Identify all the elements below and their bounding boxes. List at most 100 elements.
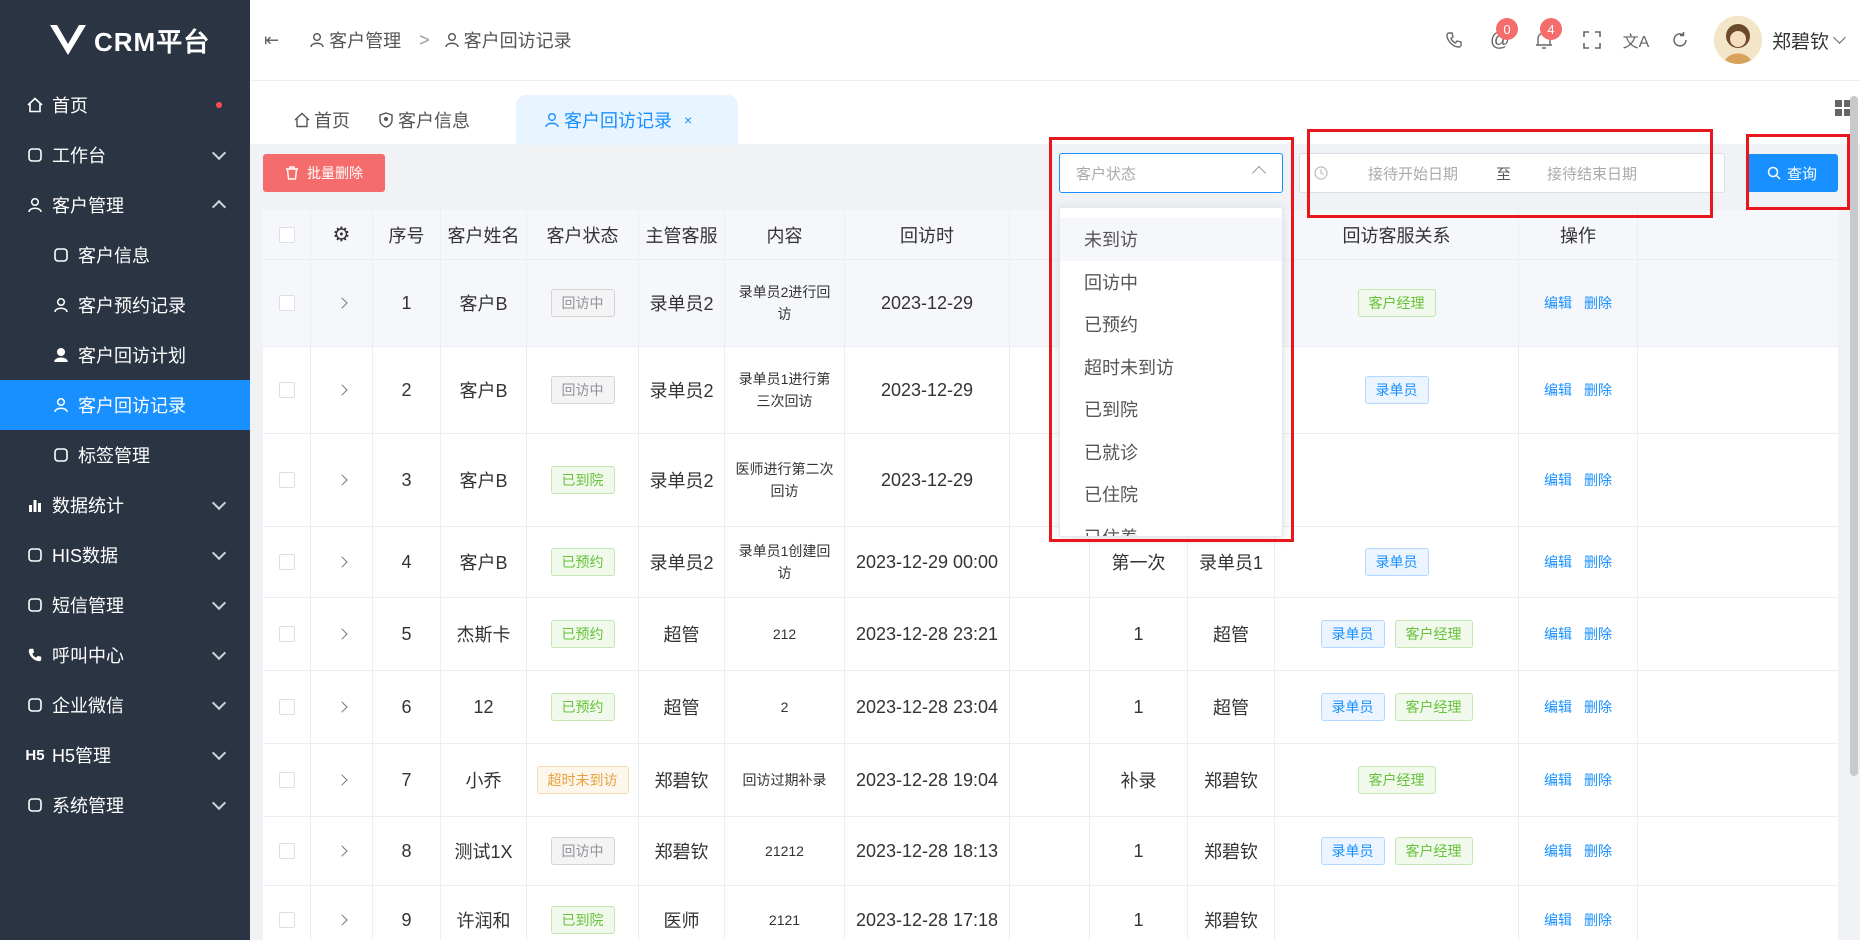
- row-checkbox[interactable]: [278, 554, 295, 570]
- sidebar-item-call-center[interactable]: 呼叫中心: [0, 630, 250, 680]
- close-icon[interactable]: ×: [684, 112, 692, 128]
- chevron-right-icon[interactable]: [335, 384, 348, 396]
- relation-tag: 客户经理: [1357, 766, 1436, 794]
- sidebar-item-label: 工作台: [52, 146, 106, 166]
- chevron-down-icon: [211, 145, 227, 161]
- edit-link[interactable]: 编辑: [1544, 293, 1572, 313]
- chevron-down-icon: [211, 595, 227, 611]
- row-checkbox[interactable]: [278, 912, 295, 928]
- table-row[interactable]: 8 测试1X 回访中 郑碧钦 21212 2023-12-28 18:13 1 郑碧钦 录单员客…: [263, 817, 1838, 886]
- shield-user-icon: [52, 246, 70, 264]
- table-row[interactable]: 7 小乔 超时未到访 郑碧钦 回访过期补录 2023-12-28 19:04 补录 郑碧钦 客户…: [263, 744, 1838, 817]
- bell-icon[interactable]: 4: [1522, 18, 1566, 62]
- delete-link[interactable]: 删除: [1584, 624, 1612, 644]
- chevron-right-icon[interactable]: [335, 845, 348, 857]
- chevron-right-icon[interactable]: [335, 774, 348, 786]
- row-checkbox[interactable]: [278, 295, 295, 311]
- scrollbar[interactable]: [1850, 96, 1858, 776]
- status-badge: 回访中: [550, 289, 615, 317]
- row-checkbox[interactable]: [278, 843, 295, 859]
- row-checkbox[interactable]: [278, 472, 295, 488]
- select-all-checkbox[interactable]: [278, 226, 295, 243]
- edit-link[interactable]: 编辑: [1544, 552, 1572, 572]
- wechat-icon: [26, 696, 44, 714]
- sidebar-item-workbench[interactable]: 工作台: [0, 130, 250, 180]
- sidebar-item-h5-mgmt[interactable]: H5 H5管理: [0, 730, 250, 780]
- sidebar-item-home[interactable]: 首页: [0, 80, 250, 130]
- user-name[interactable]: 郑碧钦: [1772, 27, 1829, 54]
- sidebar-item-visit-records[interactable]: 客户回访记录: [0, 380, 250, 430]
- delete-link[interactable]: 删除: [1584, 293, 1612, 313]
- column-header[interactable]: 回访时: [845, 210, 1010, 259]
- refresh-icon[interactable]: [1658, 18, 1702, 62]
- avatar[interactable]: [1713, 16, 1762, 64]
- edit-link[interactable]: 编辑: [1544, 910, 1572, 930]
- row-checkbox[interactable]: [278, 626, 295, 642]
- sidebar-item-wecom[interactable]: 企业微信: [0, 680, 250, 730]
- sidebar-item-system-mgmt[interactable]: 系统管理: [0, 780, 250, 830]
- edit-link[interactable]: 编辑: [1544, 624, 1572, 644]
- sidebar-item-tag-mgmt[interactable]: 标签管理: [0, 430, 250, 480]
- no-cell: 6: [373, 671, 441, 743]
- mention-icon[interactable]: @ 0: [1478, 18, 1522, 62]
- chevron-right-icon[interactable]: [335, 474, 348, 486]
- row-checkbox[interactable]: [278, 772, 295, 788]
- column-header[interactable]: 内容: [725, 210, 845, 259]
- row-checkbox[interactable]: [278, 699, 295, 715]
- batch-delete-button[interactable]: 批量删除: [263, 154, 385, 192]
- user-icon: [26, 196, 44, 214]
- content-cell: 2: [725, 671, 845, 743]
- delete-link[interactable]: 删除: [1584, 697, 1612, 717]
- app-logo[interactable]: CRM平台: [0, 0, 250, 80]
- sidebar-item-customer-mgmt[interactable]: 客户管理: [0, 180, 250, 230]
- sidebar-item-visit-plan[interactable]: 客户回访计划: [0, 330, 250, 380]
- delete-link[interactable]: 删除: [1584, 380, 1612, 400]
- chevron-down-icon[interactable]: [1833, 30, 1846, 44]
- tab-home[interactable]: 首页: [280, 95, 364, 145]
- sidebar-item-appointment-records[interactable]: 客户预约记录: [0, 280, 250, 330]
- table-row[interactable]: 9 许润和 已到院 医师 2121 2023-12-28 17:18 1 郑碧钦 编辑 删除: [263, 886, 1838, 940]
- edit-link[interactable]: 编辑: [1544, 841, 1572, 861]
- chevron-right-icon[interactable]: [335, 556, 348, 568]
- column-header[interactable]: 主管客服: [639, 210, 725, 259]
- sidebar-item-customer-info[interactable]: 客户信息: [0, 230, 250, 280]
- delete-link[interactable]: 删除: [1584, 470, 1612, 490]
- sidebar-item-his-data[interactable]: HIS数据: [0, 530, 250, 580]
- column-header[interactable]: 客户状态: [527, 210, 639, 259]
- sidebar-item-statistics[interactable]: 数据统计: [0, 480, 250, 530]
- chevron-right-icon[interactable]: [335, 701, 348, 713]
- top-header: ⇤ 客户管理 > 客户回访记录 @ 0 4 文A 郑碧钦: [250, 0, 1860, 80]
- tab-customer-info[interactable]: 客户信息: [364, 95, 484, 145]
- actions-cell: 编辑 删除: [1519, 744, 1638, 816]
- chevron-right-icon[interactable]: [335, 628, 348, 640]
- translate-icon[interactable]: 文A: [1614, 18, 1658, 62]
- tab-visit-records[interactable]: 客户回访记录 ×: [516, 95, 738, 145]
- edit-link[interactable]: 编辑: [1544, 470, 1572, 490]
- breadcrumb-item-customer-mgmt[interactable]: 客户管理: [329, 27, 401, 53]
- column-header[interactable]: 序号: [373, 210, 441, 259]
- sidebar-item-sms-mgmt[interactable]: 短信管理: [0, 580, 250, 630]
- chevron-right-icon[interactable]: [335, 914, 348, 926]
- delete-link[interactable]: 删除: [1584, 841, 1612, 861]
- edit-link[interactable]: 编辑: [1544, 697, 1572, 717]
- chevron-down-icon: [211, 495, 227, 511]
- column-settings-cell: ⚙: [311, 210, 373, 259]
- table-row[interactable]: 6 12 已预约 超管 2 2023-12-28 23:04 1 超管 录单员 客户经理 编辑 删除: [263, 671, 1838, 744]
- highlight-box-query: [1746, 134, 1850, 210]
- chevron-right-icon[interactable]: [335, 297, 348, 309]
- phone-icon[interactable]: [1432, 18, 1476, 62]
- delete-link[interactable]: 删除: [1584, 552, 1612, 572]
- delete-link[interactable]: 删除: [1584, 770, 1612, 790]
- time-cell: 2023-12-28 23:21: [845, 598, 1010, 670]
- fullscreen-icon[interactable]: [1570, 18, 1614, 62]
- collapse-sidebar-icon[interactable]: ⇤: [264, 30, 279, 51]
- column-header[interactable]: 客户姓名: [441, 210, 527, 259]
- name-cell: 客户B: [441, 434, 527, 526]
- row-checkbox[interactable]: [278, 382, 295, 398]
- gear-icon[interactable]: ⚙: [333, 222, 351, 247]
- edit-link[interactable]: 编辑: [1544, 770, 1572, 790]
- edit-link[interactable]: 编辑: [1544, 380, 1572, 400]
- table-row[interactable]: 5 杰斯卡 已预约 超管 212 2023-12-28 23:21 1 超管 录单员 客户经理 编辑…: [263, 598, 1838, 671]
- actions-cell: 编辑 删除: [1519, 598, 1638, 670]
- delete-link[interactable]: 删除: [1584, 910, 1612, 930]
